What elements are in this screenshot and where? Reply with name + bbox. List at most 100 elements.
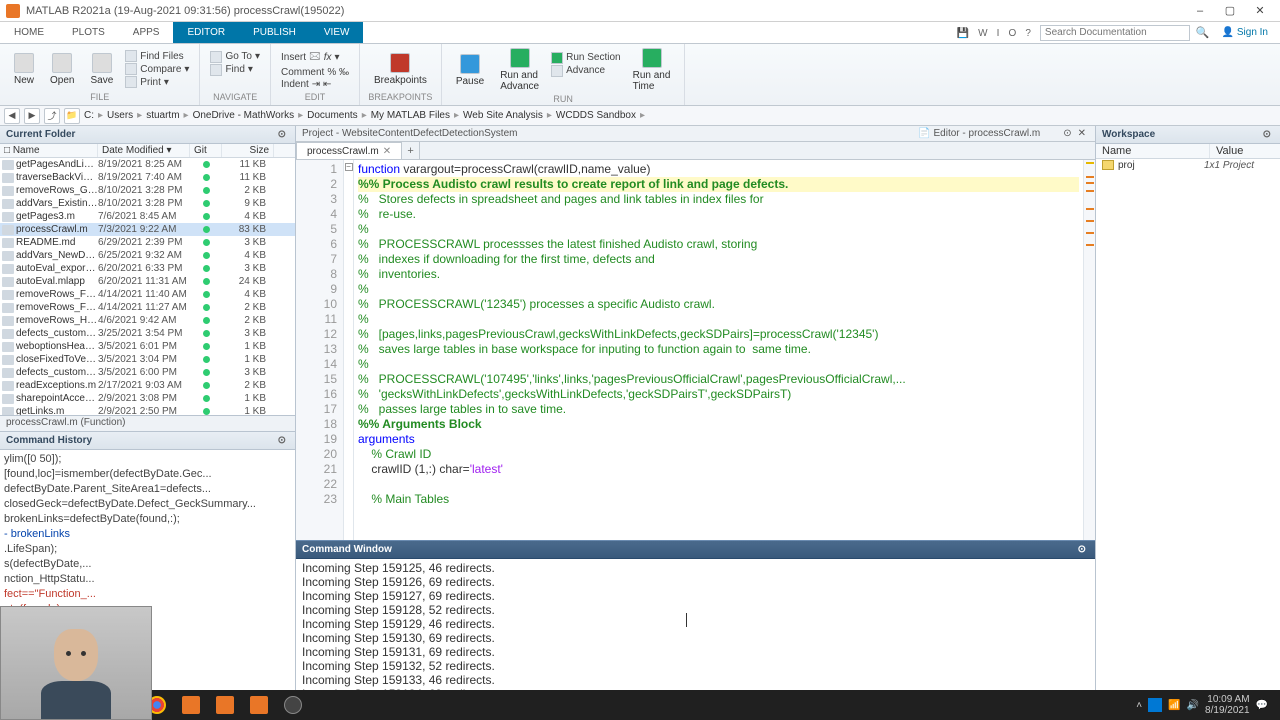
history-line[interactable]: defectByDate.Parent_SiteArea1=defects... — [4, 482, 291, 497]
history-line[interactable]: brokenLinks=defectByDate(found,:); — [4, 512, 291, 527]
indent-button[interactable]: Indent ⇥ ⇤ — [279, 79, 351, 90]
system-tray[interactable]: ˄ 📶 🔊 10:09 AM 8/19/2021 💬 — [1136, 694, 1276, 716]
editor-minimap[interactable] — [1083, 160, 1095, 540]
tab-publish[interactable]: PUBLISH — [239, 22, 310, 43]
project-label[interactable]: Project - WebsiteContentDefectDetectionS… — [302, 128, 517, 139]
copy-icon[interactable]: I — [994, 28, 1003, 39]
file-row[interactable]: getPages3.m 7/6/2021 8:45 AM 4 KB — [0, 210, 295, 223]
open-button[interactable]: Open — [44, 51, 80, 88]
history-line[interactable]: ylim([0 50]); — [4, 452, 291, 467]
breadcrumb-item[interactable]: OneDrive - MathWorks — [193, 110, 295, 121]
run-time-button[interactable]: Run and Time — [627, 46, 677, 94]
find-files-button[interactable]: Find Files — [123, 50, 191, 62]
panel-close-icon[interactable]: ✕ — [1075, 128, 1089, 139]
breadcrumb-item[interactable]: Web Site Analysis — [463, 110, 543, 121]
volume-icon[interactable]: 🔊 — [1187, 700, 1199, 711]
tab-apps[interactable]: APPS — [119, 22, 174, 43]
file-row[interactable]: addVars_Existingn... 8/10/2021 3:28 PM 9… — [0, 197, 295, 210]
line-number-gutter[interactable]: 1234567891011121314151617181920212223 — [296, 160, 344, 540]
file-row[interactable]: getLinks.m 2/9/2021 2:50 PM 1 KB — [0, 405, 295, 415]
panel-undock-icon[interactable]: ⊙ — [1060, 128, 1074, 139]
history-line[interactable]: s(defectByDate,... — [4, 557, 291, 572]
taskbar-app[interactable] — [278, 693, 308, 717]
breadcrumb-item[interactable]: Users — [107, 110, 133, 121]
panel-menu-icon[interactable]: ⊙ — [1075, 544, 1089, 555]
history-line[interactable]: .LifeSpan); — [4, 542, 291, 557]
print-button[interactable]: Print ▾ — [123, 76, 191, 88]
file-row[interactable]: weboptionsHeade... 3/5/2021 6:01 PM 1 KB — [0, 340, 295, 353]
code-fold-gutter[interactable]: − — [344, 160, 354, 540]
breadcrumb-item[interactable]: stuartm — [146, 110, 179, 121]
save-button[interactable]: Save — [84, 51, 119, 88]
panel-menu-icon[interactable]: ⊙ — [275, 129, 289, 140]
compare-button[interactable]: Compare ▾ — [123, 63, 191, 75]
file-row[interactable]: removeRows_False... 4/14/2021 11:40 AM 4… — [0, 288, 295, 301]
workspace-columns[interactable]: Name Value — [1096, 144, 1280, 159]
file-row[interactable]: traverseBackViaRe... 8/19/2021 7:40 AM 1… — [0, 171, 295, 184]
file-row[interactable]: readExceptions.m 2/17/2021 9:03 AM 2 KB — [0, 379, 295, 392]
file-row[interactable]: processCrawl.m 7/3/2021 9:22 AM 83 KB — [0, 223, 295, 236]
find-button[interactable]: Find ▾ — [208, 64, 262, 76]
history-line[interactable]: [found,loc]=ismember(defectByDate.Gec... — [4, 467, 291, 482]
taskbar-matlab[interactable] — [176, 693, 206, 717]
notifications-icon[interactable]: 💬 — [1256, 700, 1268, 711]
file-row[interactable]: closeFixedToVerify... 3/5/2021 3:04 PM 1… — [0, 353, 295, 366]
paste-icon[interactable]: O — [1006, 28, 1020, 39]
command-window-output[interactable]: Incoming Step 159125, 46 redirects. Inco… — [296, 559, 1095, 704]
file-row[interactable]: getPagesAndLinks... 8/19/2021 8:25 AM 11… — [0, 158, 295, 171]
panel-menu-icon[interactable]: ⊙ — [275, 435, 289, 446]
history-line[interactable]: closedGeck=defectByDate.Defect_GeckSumma… — [4, 497, 291, 512]
onedrive-icon[interactable] — [1148, 698, 1162, 712]
new-button[interactable]: New — [8, 51, 40, 88]
window-close-button[interactable]: ✕ — [1246, 2, 1274, 20]
add-tab-button[interactable]: + — [402, 142, 420, 159]
editor-tab[interactable]: processCrawl.m ✕ — [296, 142, 402, 159]
breadcrumb[interactable]: C:▸Users▸stuartm▸OneDrive - MathWorks▸Do… — [84, 110, 647, 121]
tab-plots[interactable]: PLOTS — [58, 22, 119, 43]
history-line[interactable]: fect=="Function_... — [4, 587, 291, 602]
file-row[interactable]: removeRows_False... 4/14/2021 11:27 AM 2… — [0, 301, 295, 314]
editor-body[interactable]: 1234567891011121314151617181920212223 − … — [296, 160, 1095, 540]
file-row[interactable]: defects_customLin... 3/25/2021 3:54 PM 3… — [0, 327, 295, 340]
taskbar-matlab[interactable] — [210, 693, 240, 717]
search-documentation-input[interactable] — [1040, 25, 1190, 41]
command-history-header[interactable]: Command History ⊙ — [0, 432, 295, 450]
run-section-button[interactable]: Run Section — [549, 52, 622, 64]
command-window-header[interactable]: Command Window ⊙ — [296, 541, 1095, 559]
help-icon[interactable]: ? — [1022, 28, 1034, 39]
fold-marker-icon[interactable]: − — [345, 163, 353, 171]
save-icon[interactable]: 💾 — [954, 28, 972, 39]
breadcrumb-item[interactable]: WCDDS Sandbox — [556, 110, 636, 121]
breadcrumb-item[interactable]: C: — [84, 110, 94, 121]
run-advance-button[interactable]: Run and Advance — [494, 46, 545, 94]
folder-column-headers[interactable]: □ Name Date Modified ▾ Git Size — [0, 144, 295, 158]
code-area[interactable]: function varargout=processCrawl(crawlID,… — [354, 160, 1083, 540]
file-row[interactable]: sharepointAccess... 2/9/2021 3:08 PM 1 K… — [0, 392, 295, 405]
up-folder-button[interactable]: ⤴ — [44, 108, 60, 124]
tab-home[interactable]: HOME — [0, 22, 58, 43]
wifi-icon[interactable]: 📶 — [1168, 700, 1180, 711]
advance-button[interactable]: Advance — [549, 65, 622, 77]
sign-in-button[interactable]: 👤 Sign In — [1216, 27, 1274, 38]
window-maximize-button[interactable]: ▢ — [1216, 2, 1244, 20]
insert-button[interactable]: Insert 🖂 fx ▾ — [279, 49, 351, 66]
back-button[interactable]: ◀ — [4, 108, 20, 124]
workspace-header[interactable]: Workspace ⊙ — [1096, 126, 1280, 144]
file-row[interactable]: addVars_NewDefe... 6/25/2021 9:32 AM 4 K… — [0, 249, 295, 262]
cut-icon[interactable]: W — [975, 28, 990, 39]
history-line[interactable]: - brokenLinks — [4, 527, 291, 542]
chevron-up-icon[interactable]: ˄ — [1136, 700, 1142, 711]
close-tab-icon[interactable]: ✕ — [383, 146, 391, 157]
comment-button[interactable]: Comment % ‰ — [279, 67, 351, 78]
file-row[interactable]: README.md 6/29/2021 2:39 PM 3 KB — [0, 236, 295, 249]
breadcrumb-item[interactable]: Documents — [307, 110, 358, 121]
window-minimize-button[interactable]: – — [1186, 2, 1214, 20]
search-icon[interactable]: 🔍 — [1196, 26, 1210, 39]
file-row[interactable]: defects_customLin... 3/5/2021 6:00 PM 3 … — [0, 366, 295, 379]
breadcrumb-item[interactable]: My MATLAB Files — [371, 110, 450, 121]
file-row[interactable]: autoEval_exported... 6/20/2021 6:33 PM 3… — [0, 262, 295, 275]
browse-button[interactable]: 📁 — [64, 108, 80, 124]
current-folder-header[interactable]: Current Folder ⊙ — [0, 126, 295, 144]
history-line[interactable]: nction_HttpStatu... — [4, 572, 291, 587]
tab-view[interactable]: VIEW — [310, 22, 364, 43]
